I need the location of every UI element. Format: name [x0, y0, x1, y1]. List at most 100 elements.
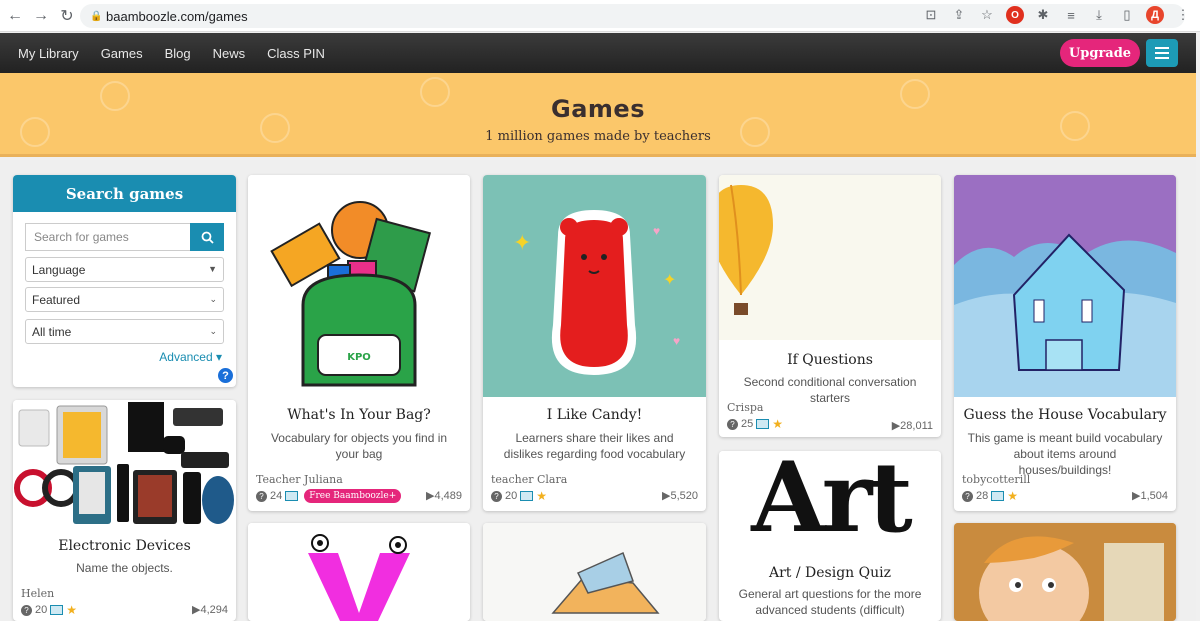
nav-blog[interactable]: Blog: [165, 46, 191, 61]
card-image: [719, 175, 941, 340]
play-count: ▶5,520: [662, 490, 698, 502]
heart-icon: ♥: [673, 334, 680, 348]
backpack-illustration: KPO: [270, 201, 432, 387]
house-illustration: [954, 175, 1176, 397]
profile-avatar[interactable]: Д: [1146, 6, 1164, 24]
caret-down-icon: ▼: [208, 264, 217, 274]
kebab-menu-icon[interactable]: ⋮: [1174, 6, 1192, 24]
image-icon: [991, 491, 1005, 501]
search-button[interactable]: [190, 223, 224, 251]
card-title: I Like Candy!: [546, 407, 643, 423]
sort-select[interactable]: Featured ⌄: [25, 287, 224, 312]
game-card-partial-v[interactable]: [248, 523, 470, 621]
game-card-i-like-candy[interactable]: ✦ ✦ ♥ ♥ I Like Candy! Learners share the…: [483, 175, 706, 511]
image-icon: [756, 419, 770, 429]
card-description: General art questions for the more advan…: [738, 587, 922, 617]
nav-class-pin[interactable]: Class PIN: [267, 46, 325, 61]
game-card-whats-in-your-bag[interactable]: KPO What's In Your Bag? Vocabulary for o…: [248, 175, 470, 511]
bookmark-star-icon[interactable]: ☆: [978, 6, 996, 24]
question-count: 20: [35, 604, 48, 616]
extensions-puzzle-icon[interactable]: ✱: [1034, 6, 1052, 24]
search-panel: Search games Search for games Language ▼…: [13, 175, 236, 387]
game-card-if-questions[interactable]: If Questions Second conditional conversa…: [719, 175, 941, 437]
game-card-electronic-devices[interactable]: Electronic Devices Name the objects. Hel…: [13, 400, 236, 621]
card-author: tobycotterill: [962, 473, 1031, 486]
card-title: If Questions: [787, 352, 873, 368]
download-icon[interactable]: ⤓: [1090, 6, 1108, 24]
question-count-icon: ?: [727, 418, 738, 430]
nav-news[interactable]: News: [213, 46, 246, 61]
chevron-down-icon: ⌄: [209, 326, 217, 336]
language-select[interactable]: Language ▼: [25, 257, 224, 282]
reload-icon[interactable]: ↻: [56, 5, 78, 27]
forward-icon[interactable]: →: [30, 5, 52, 27]
page-subtitle: 1 million games made by teachers: [485, 129, 711, 144]
nav-my-library[interactable]: My Library: [18, 46, 79, 61]
card-image: ✦ ✦ ♥ ♥: [483, 175, 706, 397]
card-image: [483, 523, 706, 621]
page-title: Games: [551, 95, 645, 123]
play-count: ▶4,489: [426, 490, 462, 502]
sidepanel-icon[interactable]: ▯: [1118, 6, 1136, 24]
question-count: 24: [270, 490, 283, 502]
photo-illustration: [954, 523, 1176, 621]
question-count: 25: [741, 418, 754, 430]
games-content: Search games Search for games Language ▼…: [0, 160, 1196, 621]
share-icon[interactable]: ⇪: [950, 6, 968, 24]
lock-icon: 🔒: [90, 11, 103, 22]
bag-label: KPO: [347, 352, 371, 363]
question-count: 28: [976, 490, 989, 502]
opera-icon[interactable]: O: [1006, 6, 1024, 24]
advanced-search-link[interactable]: Advanced ▾: [159, 350, 222, 364]
letter-v-illustration: [308, 534, 410, 621]
hamburger-menu-icon[interactable]: [1146, 39, 1178, 67]
url-text: baamboozle.com/games: [106, 8, 248, 24]
site-navbar: My Library Games Blog News Class PIN Upg…: [0, 33, 1196, 73]
card-author: Crispa: [727, 401, 764, 414]
card-image: Art: [719, 451, 941, 551]
card-author: Teacher Juliana: [256, 473, 343, 486]
period-select-value: All time: [32, 324, 72, 339]
hot-air-balloon-illustration: [719, 184, 773, 315]
card-meta: ? 25 ★: [727, 417, 783, 431]
drawing-illustration: [551, 551, 660, 614]
star-icon: ★: [1007, 489, 1019, 503]
card-title: Electronic Devices: [58, 538, 191, 554]
help-icon[interactable]: ?: [218, 368, 233, 383]
chevron-down-icon: ⌄: [209, 294, 217, 304]
language-select-value: Language: [32, 262, 86, 277]
card-title: Guess the House Vocabulary: [963, 407, 1167, 423]
nav-games[interactable]: Games: [101, 46, 143, 61]
playlist-icon[interactable]: ≡: [1062, 6, 1080, 24]
translate-icon[interactable]: ⊡: [922, 6, 940, 24]
gummy-bear-illustration: ✦ ✦ ♥ ♥: [513, 210, 680, 375]
period-select[interactable]: All time ⌄: [25, 319, 224, 344]
search-input[interactable]: Search for games: [25, 223, 190, 251]
question-count-icon: ?: [21, 604, 32, 616]
browser-toolbar: ← → ↻ 🔒 baamboozle.com/games ⊡ ⇪ ☆ O ✱ ≡…: [0, 0, 1200, 32]
question-count: 20: [505, 490, 518, 502]
upgrade-button[interactable]: Upgrade: [1060, 39, 1140, 67]
plus-badge[interactable]: Free Baamboozle+: [304, 489, 402, 503]
play-count: ▶28,011: [891, 420, 933, 432]
image-icon: [520, 491, 534, 501]
card-image: [954, 523, 1176, 621]
play-count: ▶1,504: [1132, 490, 1168, 502]
card-image: [954, 175, 1176, 397]
back-icon[interactable]: ←: [4, 5, 26, 27]
search-icon: [201, 231, 214, 244]
question-count-icon: ?: [256, 490, 267, 502]
game-card-guess-the-house[interactable]: Guess the House Vocabulary This game is …: [954, 175, 1176, 511]
card-image: [248, 523, 470, 621]
card-image: [13, 400, 236, 530]
card-description: This game is meant build vocabulary abou…: [967, 431, 1163, 477]
card-description: Name the objects.: [76, 561, 173, 575]
sort-select-value: Featured: [32, 292, 81, 307]
image-icon: [285, 491, 299, 501]
game-card-partial-drawing[interactable]: [483, 523, 706, 621]
card-meta: ? 28 ★: [962, 489, 1018, 503]
image-icon: [50, 605, 64, 615]
game-card-art-design-quiz[interactable]: Art Art / Design Quiz General art questi…: [719, 451, 941, 621]
game-card-partial-photo[interactable]: [954, 523, 1176, 621]
card-meta: ? 20 ★: [491, 489, 547, 503]
